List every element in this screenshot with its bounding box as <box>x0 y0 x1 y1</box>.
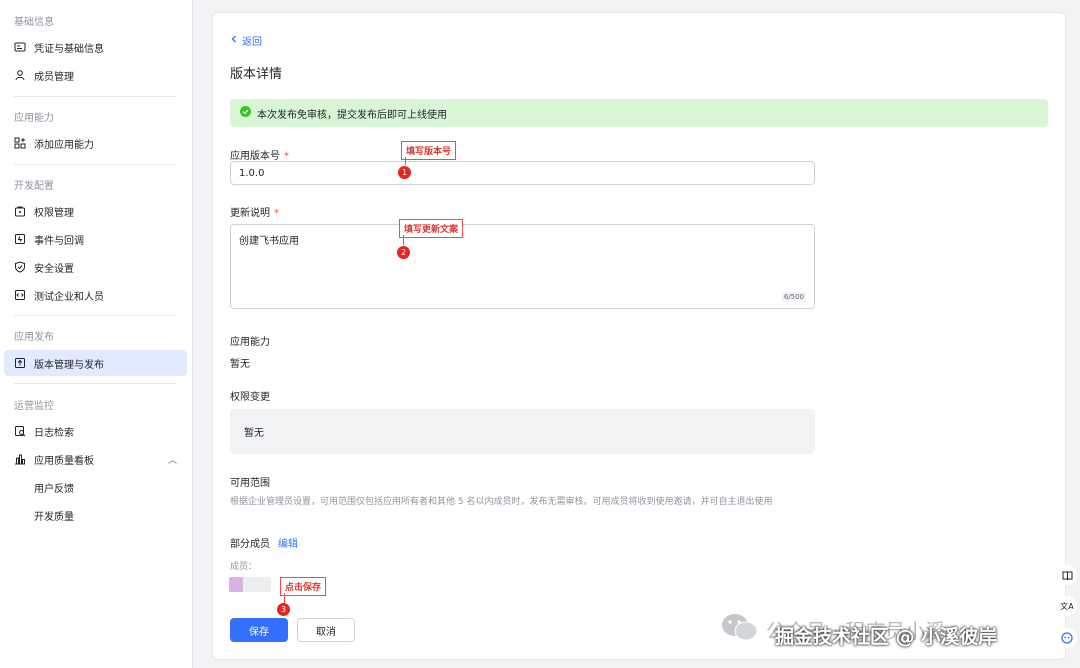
divider <box>14 383 176 384</box>
version-field-label: 应用版本号 * <box>230 147 289 162</box>
ability-value: 暂无 <box>230 359 250 370</box>
sidebar-section-publish: 应用发布 <box>14 332 54 343</box>
sidebar-item-events[interactable]: 事件与回调 <box>4 226 187 252</box>
sidebar-item-label: 添加应用能力 <box>34 139 94 151</box>
sidebar-item-label: 测试企业和人员 <box>34 291 104 303</box>
watermark-text-2: 掘金技术社区 @ 小溪彼岸 <box>775 626 998 648</box>
annotation-line <box>284 593 285 603</box>
annotation-badge-2: 2 <box>397 246 410 259</box>
user-icon <box>14 69 26 81</box>
wechat-icon <box>720 612 760 647</box>
sidebar-item-version-management[interactable]: 版本管理与发布 <box>4 350 187 376</box>
success-banner: 本次发布免审核，提交发布后即可上线使用 <box>230 99 1048 127</box>
sidebar-item-test-enterprise[interactable]: 测试企业和人员 <box>4 282 187 308</box>
members-label: 成员： <box>230 562 258 572</box>
sidebar-item-label: 版本管理与发布 <box>34 359 104 371</box>
sidebar-item-label: 成员管理 <box>34 71 74 83</box>
id-card-icon <box>14 41 26 53</box>
log-search-icon <box>14 425 26 437</box>
char-counter: 6/500 <box>781 292 806 302</box>
sidebar-item-add-ability[interactable]: 添加应用能力 <box>4 130 187 156</box>
banner-text: 本次发布免审核，提交发布后即可上线使用 <box>257 109 447 121</box>
shield-icon <box>14 261 26 273</box>
sidebar-item-members[interactable]: 成员管理 <box>4 62 187 88</box>
permission-value: 暂无 <box>244 428 264 439</box>
sidebar-subitem-feedback[interactable]: 用户反馈 <box>34 480 74 495</box>
required-mark: * <box>274 208 279 219</box>
annotation-badge-1: 1 <box>398 166 411 179</box>
avatar <box>229 577 243 592</box>
page-title: 版本详情 <box>230 67 283 82</box>
assistant-icon[interactable] <box>1057 628 1077 648</box>
scope-description: 根据企业管理员设置，可用范围仅包括应用所有者和其他 5 名以内成员时，发布无需审… <box>230 497 773 507</box>
ability-label: 应用能力 <box>230 337 270 348</box>
upload-icon <box>14 357 26 369</box>
version-value: 1.0.0 <box>239 167 265 179</box>
grid-plus-icon <box>14 137 26 149</box>
annotation-save: 点击保存 <box>280 577 327 596</box>
sidebar-item-security[interactable]: 安全设置 <box>4 254 187 280</box>
sidebar-item-quality-board[interactable]: 应用质量看板 ︿ <box>4 446 187 472</box>
chevron-up-icon[interactable]: ︿ <box>168 453 177 466</box>
update-notes-textarea[interactable]: 创建飞书应用 6/500 <box>230 224 815 309</box>
divider <box>14 164 176 165</box>
sidebar-item-permissions[interactable]: 权限管理 <box>4 198 187 224</box>
scope-partial-text: 部分成员 <box>230 539 270 550</box>
sidebar-section-basic: 基础信息 <box>14 17 54 28</box>
book-icon[interactable] <box>1057 565 1077 585</box>
check-circle-icon <box>240 106 251 120</box>
sidebar-item-label: 凭证与基础信息 <box>34 43 104 55</box>
annotation-line <box>403 235 404 245</box>
permission-label: 权限变更 <box>230 392 270 403</box>
sidebar-item-label: 安全设置 <box>34 263 74 275</box>
save-button[interactable]: 保存 <box>230 618 288 642</box>
back-label: 返回 <box>242 37 262 48</box>
annotation-badge-3: 3 <box>277 603 290 616</box>
sidebar-section-dev: 开发配置 <box>14 181 54 192</box>
sidebar-item-credentials[interactable]: 凭证与基础信息 <box>4 34 187 60</box>
edit-scope-link[interactable]: 编辑 <box>278 539 298 550</box>
code-box-icon <box>14 289 26 301</box>
sidebar-subitem-dev-quality[interactable]: 开发质量 <box>34 508 74 523</box>
update-field-label: 更新说明 * <box>230 204 279 219</box>
sidebar-item-label: 事件与回调 <box>34 235 84 247</box>
update-label-text: 更新说明 <box>230 208 270 219</box>
event-icon <box>14 233 26 245</box>
permission-box: 暂无 <box>230 409 815 454</box>
sidebar: 基础信息 凭证与基础信息 成员管理 应用能力 添加应用能力 开发配置 权限管理 … <box>0 0 193 668</box>
chevron-left-icon <box>230 35 238 46</box>
sidebar-item-label: 日志检索 <box>34 427 74 439</box>
translate-icon[interactable]: 文A <box>1057 596 1077 616</box>
back-link[interactable]: 返回 <box>230 33 262 48</box>
sidebar-section-ops: 运营监控 <box>14 401 54 412</box>
update-notes-value: 创建飞书应用 <box>239 236 299 247</box>
divider <box>14 96 176 97</box>
cancel-button[interactable]: 取消 <box>297 618 355 642</box>
version-input[interactable]: 1.0.0 <box>230 161 815 185</box>
annotation-version: 填写版本号 <box>401 141 457 160</box>
scope-selection: 部分成员 编辑 <box>230 535 298 550</box>
sidebar-section-ability: 应用能力 <box>14 113 54 124</box>
sidebar-item-label: 应用质量看板 <box>34 455 94 467</box>
divider <box>14 315 176 316</box>
lock-box-icon <box>14 205 26 217</box>
sidebar-item-label: 权限管理 <box>34 207 74 219</box>
scope-label: 可用范围 <box>230 478 270 489</box>
sidebar-item-logs[interactable]: 日志检索 <box>4 418 187 444</box>
annotation-line <box>405 157 406 165</box>
bar-chart-icon <box>14 453 26 465</box>
annotation-update: 填写更新文案 <box>399 219 464 238</box>
